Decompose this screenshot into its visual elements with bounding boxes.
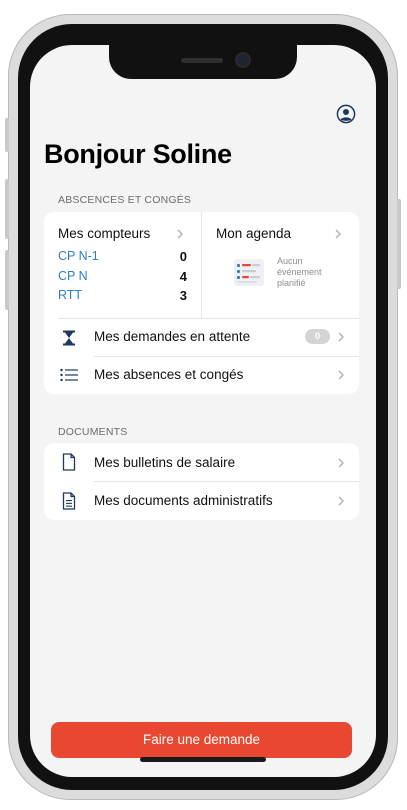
hourglass-icon: [63, 330, 75, 346]
volume-up-button: [5, 179, 9, 239]
camera: [237, 54, 249, 66]
notch: [109, 45, 297, 79]
home-indicator[interactable]: [140, 757, 266, 762]
chevron-right-icon: [335, 229, 341, 239]
chevron-right-icon: [338, 370, 344, 380]
pending-count-badge: 0: [305, 329, 330, 344]
absences-card: Mes compteurs CP N-1 0 CP N 4 RTT 3 Mon …: [44, 212, 359, 394]
volume-down-button: [5, 250, 9, 310]
payslips-label: Mes bulletins de salaire: [94, 455, 236, 470]
chevron-right-icon: [177, 229, 183, 239]
calendar-illustration: [234, 259, 264, 286]
section-label-documents: DOCUMENTS: [58, 426, 128, 438]
agenda-empty-text: Aucun événement planifié: [277, 256, 337, 289]
counter-label-rtt: RTT: [58, 288, 83, 302]
document-lines-icon: [62, 492, 76, 510]
app-screen: Bonjour Soline ABSCENCES ET CONGÉS Mes c…: [30, 45, 376, 777]
new-request-button[interactable]: Faire une demande: [51, 722, 352, 758]
documents-card: Mes bulletins de salaire Mes documents a…: [44, 443, 359, 520]
profile-icon[interactable]: [336, 104, 356, 124]
counter-label-cp-n-1: CP N-1: [58, 249, 99, 263]
agenda-panel[interactable]: Mon agenda Aucun événement planifié: [202, 212, 359, 318]
agenda-empty-line-2: événement: [277, 267, 322, 277]
counter-value-rtt: 3: [179, 288, 187, 303]
admin-documents-row[interactable]: Mes documents administratifs: [44, 482, 359, 520]
admin-documents-label: Mes documents administratifs: [94, 493, 273, 508]
section-label-absences: ABSCENCES ET CONGÉS: [58, 194, 192, 206]
agenda-title: Mon agenda: [216, 226, 292, 241]
speaker: [181, 58, 223, 63]
power-button: [397, 199, 401, 289]
agenda-empty-line-1: Aucun: [277, 256, 303, 266]
payslips-row[interactable]: Mes bulletins de salaire: [44, 443, 359, 481]
counter-value-cp-n-1: 0: [179, 249, 187, 264]
counters-panel[interactable]: Mes compteurs CP N-1 0 CP N 4 RTT 3: [44, 212, 201, 318]
counter-label-cp-n: CP N: [58, 269, 88, 283]
absences-list-row[interactable]: Mes absences et congés: [44, 357, 359, 394]
page-title: Bonjour Soline: [44, 139, 232, 169]
counters-title: Mes compteurs: [58, 226, 151, 241]
agenda-empty-line-3: planifié: [277, 278, 306, 288]
absences-list-label: Mes absences et congés: [94, 367, 244, 382]
chevron-right-icon: [338, 496, 344, 506]
chevron-right-icon: [338, 458, 344, 468]
pending-requests-row[interactable]: Mes demandes en attente 0: [44, 319, 359, 356]
counter-value-cp-n: 4: [179, 269, 187, 284]
chevron-right-icon: [338, 332, 344, 342]
pending-requests-label: Mes demandes en attente: [94, 329, 251, 344]
document-icon: [62, 453, 76, 471]
phone-frame: Bonjour Soline ABSCENCES ET CONGÉS Mes c…: [5, 14, 401, 800]
mute-switch: [5, 118, 9, 152]
list-icon: [60, 368, 78, 382]
